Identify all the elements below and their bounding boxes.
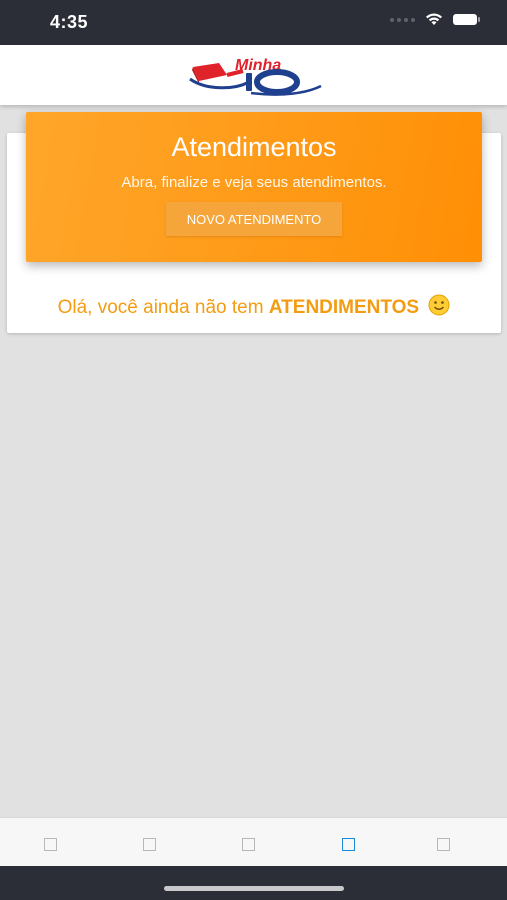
banner-subtitle: Abra, finalize e veja seus atendimentos. xyxy=(121,174,387,191)
tab-bar xyxy=(0,817,507,867)
tab-3-icon[interactable] xyxy=(242,838,255,851)
empty-state-prefix: Olá, você ainda não tem xyxy=(57,297,269,318)
status-time: 4:35 xyxy=(50,12,89,32)
tab-5-icon[interactable] xyxy=(437,838,450,851)
wifi-icon xyxy=(426,13,442,25)
status-bar: 4:35 xyxy=(0,0,507,45)
battery-icon xyxy=(453,14,480,25)
tab-2-icon[interactable] xyxy=(143,838,156,851)
tab-4-icon[interactable] xyxy=(342,838,355,851)
empty-state-highlight: ATENDIMENTOS xyxy=(268,297,420,318)
app-header: Minha xyxy=(0,45,507,105)
home-indicator-area xyxy=(0,866,507,900)
home-indicator[interactable] xyxy=(164,886,344,891)
novo-atendimento-button[interactable]: NOVO ATENDIMENTO xyxy=(166,202,342,236)
empty-state-message: Olá, você ainda não tem ATENDIMENTOS xyxy=(7,294,501,319)
status-icons xyxy=(390,13,480,26)
atendimentos-banner: Atendimentos Abra, finalize e veja seus … xyxy=(26,112,482,262)
minha-io-logo: Minha xyxy=(189,57,322,96)
smiley-icon xyxy=(428,294,450,316)
banner-title: Atendimentos xyxy=(171,132,337,162)
tab-1-icon[interactable] xyxy=(44,838,57,851)
signal-icon xyxy=(390,17,415,22)
